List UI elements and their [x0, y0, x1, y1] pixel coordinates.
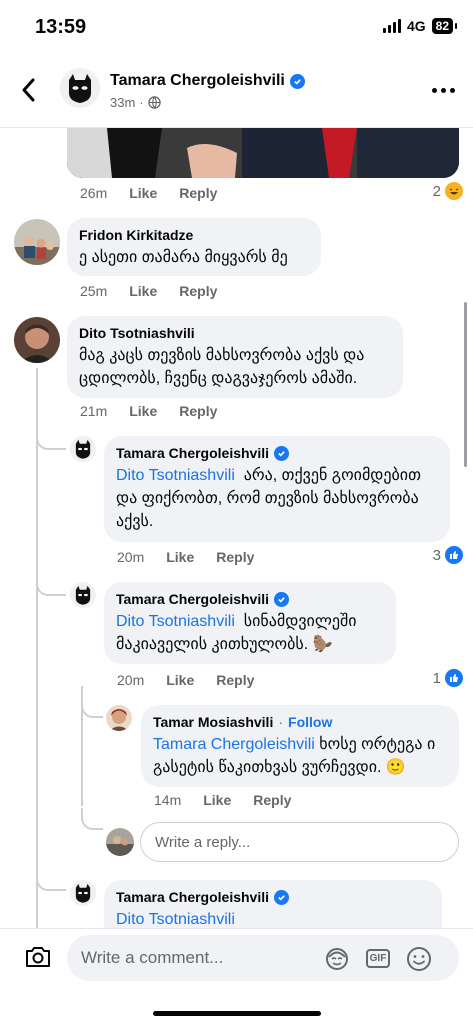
mention-link[interactable]: Dito Tsotniashvili — [116, 467, 235, 484]
verified-icon — [289, 73, 305, 89]
batman-mask-icon — [60, 68, 100, 108]
mention-link[interactable]: Dito Tsotniashvili — [116, 613, 235, 630]
status-indicators: 4G 82 — [382, 18, 458, 34]
more-options-icon[interactable] — [432, 88, 455, 93]
comment-text: Dito Tsotniashvili არა, თქვენ გოიმდებით … — [116, 467, 421, 530]
like-reaction-icon — [445, 669, 463, 687]
comment-text: Tamara Chergoleishvili ხოსე ორტეგა ი გას… — [153, 736, 436, 776]
comment-actions: 21m Like Reply — [80, 403, 218, 419]
author-name[interactable]: Tamara Chergoleishvili — [110, 72, 305, 90]
comment-placeholder: Write a comment... — [81, 948, 224, 967]
like-button[interactable]: Like — [166, 672, 194, 688]
group-photo-avatar-icon — [14, 219, 60, 265]
thread-connector — [36, 568, 66, 596]
verified-icon — [274, 445, 290, 461]
thread-connector — [36, 428, 66, 450]
reply-button[interactable]: Reply — [179, 403, 217, 419]
comments-feed: 26m Like Reply 2 Fridon Kirkitadze ე ასე… — [0, 128, 473, 928]
comment-text: მაგ კაცს თევზის მახსოვრობა აქვს და ცდილო… — [79, 347, 365, 387]
author-avatar[interactable] — [60, 68, 100, 108]
avatar[interactable] — [70, 582, 96, 608]
gif-icon[interactable]: GIF — [366, 949, 390, 968]
signal-icon — [382, 19, 401, 33]
thread-connector — [81, 688, 103, 718]
prev-comment-actions: 26m Like Reply — [80, 185, 218, 201]
thread-line — [36, 368, 38, 928]
comment-actions: 20m Like Reply — [117, 672, 255, 688]
reaction-count[interactable]: 2 — [433, 182, 463, 200]
emoji-icon[interactable] — [406, 946, 432, 977]
post-header: Tamara Chergoleishvili 33m · — [0, 62, 473, 122]
comment-input[interactable]: Write a comment... GIF — [67, 935, 459, 981]
user-avatar — [106, 828, 134, 856]
like-button[interactable]: Like — [203, 792, 231, 808]
mention-link[interactable]: Dito Tsotniashvili — [116, 911, 235, 928]
portrait-avatar-icon — [14, 317, 60, 363]
comment-bubble: Fridon Kirkitadze ე ასეთი თამარა მიყვარს… — [67, 218, 321, 276]
status-time: 13:59 — [35, 16, 87, 38]
like-button[interactable]: Like — [129, 283, 157, 299]
comment-actions: 14m Like Reply — [154, 792, 292, 808]
comment-text: Dito Tsotniashvili სინამდვილეში მაკიაველ… — [116, 613, 357, 653]
like-button[interactable]: Like — [129, 185, 157, 201]
commenter-name[interactable]: Tamara Chergoleishvili — [116, 590, 384, 608]
avatar[interactable] — [70, 436, 96, 462]
globe-icon — [147, 96, 161, 109]
batman-mask-icon — [70, 880, 96, 906]
reply-bubble: Tamar Mosiashvili · Follow Tamara Chergole… — [141, 705, 459, 787]
reply-button[interactable]: Reply — [216, 672, 254, 688]
commenter-name[interactable]: Dito Tsotniashvili — [79, 324, 391, 342]
home-indicator — [153, 1011, 321, 1016]
comment-text: ე ასეთი თამარა მიყვარს მე — [79, 249, 288, 266]
verified-icon — [274, 591, 290, 607]
haha-reaction-icon — [445, 182, 463, 200]
battery-icon: 82 — [431, 18, 458, 34]
reply-button[interactable]: Reply — [253, 792, 291, 808]
reply-bubble: Tamara Chergoleishvili Dito Tsotniashvil… — [104, 582, 396, 664]
commenter-name[interactable]: Tamara Chergoleishvili — [116, 444, 438, 462]
batman-mask-icon — [70, 436, 96, 462]
post-meta: 33m · — [110, 95, 161, 110]
avatar[interactable] — [70, 880, 96, 906]
verified-icon — [274, 889, 290, 905]
avatar[interactable] — [14, 317, 60, 363]
like-button[interactable]: Like — [129, 403, 157, 419]
mention-link[interactable]: Tamara Chergoleishvili — [153, 736, 315, 753]
reply-button[interactable]: Reply — [179, 283, 217, 299]
like-button[interactable]: Like — [166, 549, 194, 565]
reaction-count[interactable]: 3 — [433, 546, 463, 564]
thread-connector — [36, 863, 66, 891]
reaction-count[interactable]: 1 — [433, 669, 463, 687]
avatar[interactable] — [14, 219, 60, 265]
reply-bubble: Tamara Chergoleishvili Dito Tsotniashvil… — [104, 880, 442, 928]
back-arrow-icon[interactable] — [16, 76, 40, 104]
like-reaction-icon — [445, 546, 463, 564]
thread-connector — [81, 808, 103, 830]
comment-actions: 25m Like Reply — [80, 283, 218, 299]
comment-bubble: Dito Tsotniashvili მაგ კაცს თევზის მახსო… — [67, 316, 403, 398]
avatar[interactable] — [106, 705, 132, 731]
reply-button[interactable]: Reply — [216, 549, 254, 565]
commenter-name[interactable]: Fridon Kirkitadze — [79, 226, 309, 244]
avatar-sticker-icon[interactable] — [324, 946, 350, 977]
comment-text: Dito Tsotniashvili — [116, 908, 430, 928]
scrollbar[interactable] — [464, 302, 467, 467]
comment-photo[interactable] — [67, 128, 459, 178]
follow-button[interactable]: Follow — [288, 713, 332, 731]
commenter-name[interactable]: Tamara Chergoleishvili — [116, 888, 430, 906]
user-avatar-icon — [106, 828, 134, 856]
comment-actions: 20m Like Reply — [117, 549, 255, 565]
reply-button[interactable]: Reply — [179, 185, 217, 201]
network-type: 4G — [406, 18, 426, 34]
status-bar: 13:59 4G 82 — [0, 0, 473, 56]
comment-composer: Write a comment... GIF — [0, 928, 473, 1024]
commenter-name: Tamar Mosiashvili · Follow — [153, 713, 333, 731]
batman-mask-icon — [70, 582, 96, 608]
reply-bubble: Tamara Chergoleishvili Dito Tsotniashvil… — [104, 436, 450, 542]
camera-icon[interactable] — [24, 945, 52, 974]
portrait-avatar-icon — [106, 705, 132, 731]
reply-input[interactable]: Write a reply... — [140, 822, 459, 862]
